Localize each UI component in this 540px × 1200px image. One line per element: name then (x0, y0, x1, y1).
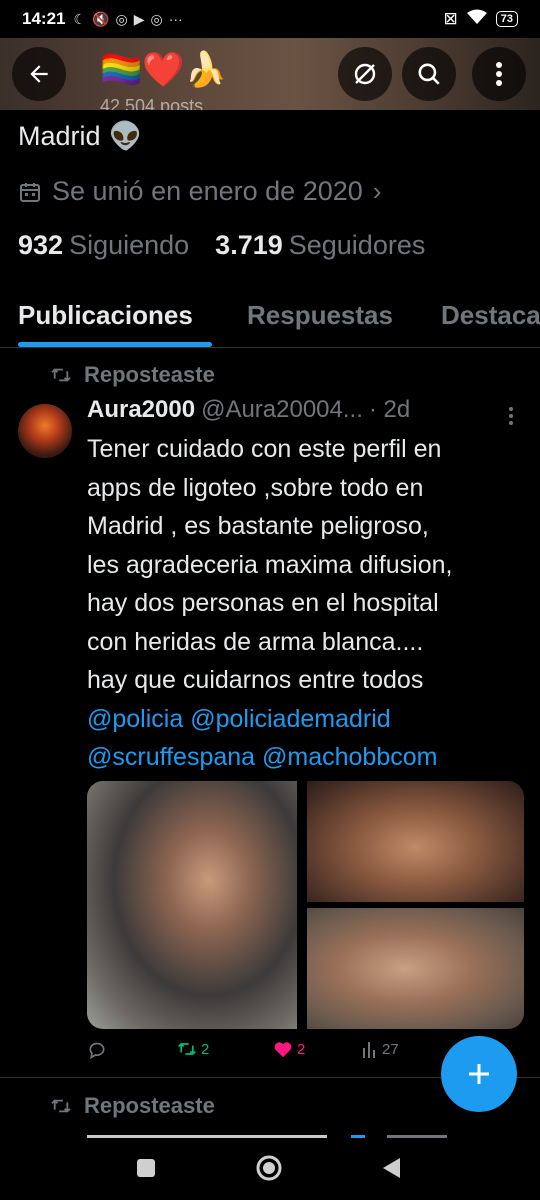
chevron-right-icon: › (372, 176, 382, 206)
profile-display-name: 🏳️‍🌈❤️🍌 (100, 51, 228, 89)
mute-icon: 🔇 (92, 10, 110, 27)
profile-tabs: Publicaciones Respuestas Destacados (0, 292, 540, 348)
reply-icon (89, 1042, 105, 1060)
instagram-icon-2: ◎ (150, 10, 163, 27)
tab-destacados[interactable]: Destacados (441, 300, 540, 331)
tweet-text-line: Tener cuidado con este perfil en (87, 435, 442, 463)
profile-joined[interactable]: Se unió en enero de 2020 › (18, 176, 381, 207)
tab-respuestas[interactable]: Respuestas (247, 300, 393, 331)
status-bar: 14:21 ☾ 🔇 ◎ ▶ ◎ ··· ⊠ 73 (0, 0, 540, 38)
posts-count: 42.504 posts (100, 96, 204, 110)
repost-label: Reposteaste (84, 1093, 215, 1118)
heart-icon (274, 1042, 292, 1058)
profile-header: 🏳️‍🌈❤️🍌 42.504 posts (0, 38, 540, 110)
tweet-text-line: hay que cuidarnos entre todos (87, 666, 424, 694)
repost-label: Reposteaste (84, 362, 215, 387)
status-notification-icons: ☾ 🔇 ◎ ▶ ◎ ··· (73, 11, 182, 28)
grok-button[interactable] (338, 47, 392, 101)
vertical-dots-icon (509, 407, 513, 425)
back-button[interactable] (12, 47, 66, 101)
search-icon (418, 63, 440, 85)
tweet-more-button[interactable] (508, 406, 514, 431)
recents-button[interactable] (136, 1158, 156, 1183)
repost-icon (51, 368, 71, 382)
tweet-mentions[interactable]: @scruffespana @machobbcom (87, 738, 527, 777)
following-count[interactable]: 932 (18, 230, 63, 261)
location-text: Madrid (18, 120, 101, 151)
vertical-dots-icon (496, 62, 502, 86)
moon-icon: ☾ (73, 10, 87, 27)
reply-button[interactable] (87, 1040, 107, 1060)
followers-label[interactable]: Seguidores (289, 230, 426, 261)
tweet-text: Tener cuidado con este perfil en apps de… (87, 430, 527, 777)
triangle-back-icon (383, 1158, 400, 1178)
follow-stats: 932 Siguiendo 3.719 Seguidores (18, 230, 425, 261)
repost-count: 2 (201, 1040, 210, 1058)
home-button[interactable] (255, 1154, 283, 1187)
following-label[interactable]: Siguiendo (69, 230, 189, 261)
sim-icon: ⊠ (443, 9, 458, 28)
next-tweet-preview (87, 1130, 487, 1138)
wifi-icon (466, 9, 488, 30)
alien-emoji-icon: 👽 (108, 121, 143, 151)
youtube-icon: ▶ (133, 10, 145, 27)
arrow-left-icon (30, 65, 48, 83)
instagram-icon: ◎ (115, 10, 128, 27)
more-options-button[interactable] (472, 47, 526, 101)
tweet-header: Aura2000 @Aura20004... · 2d (87, 396, 410, 424)
tweet-timestamp: · 2d (368, 396, 411, 423)
like-button[interactable]: 2 (273, 1040, 305, 1058)
like-count: 2 (297, 1040, 306, 1058)
repost-indicator: Reposteaste (50, 1093, 215, 1119)
profile-location: Madrid 👽 (18, 120, 142, 152)
repost-button[interactable]: 2 (177, 1040, 209, 1058)
repost-icon (51, 1099, 71, 1113)
calendar-icon (20, 182, 40, 202)
tweet-photo[interactable] (307, 781, 524, 902)
circle-icon (256, 1155, 282, 1181)
tweet-text-line: con heridas de arma blanca.... (87, 627, 424, 656)
views-icon (363, 1042, 375, 1058)
status-time: 14:21 (22, 9, 66, 28)
compose-button[interactable] (441, 1036, 517, 1112)
search-button[interactable] (402, 47, 456, 101)
repost-indicator: Reposteaste (50, 362, 215, 388)
plus-icon (469, 1064, 489, 1084)
tweet-text-line: apps de ligoteo ,sobre todo en (87, 473, 424, 502)
tweet-text-line: les agradeceria maxima difusion, (87, 550, 453, 579)
tweet-mentions[interactable]: @policia @policiademadrid (87, 700, 527, 739)
views-button[interactable]: 27 (362, 1040, 399, 1058)
battery-icon: 73 (495, 11, 518, 27)
tweet-media-grid (87, 781, 524, 1029)
more-notifications-icon: ··· (168, 11, 183, 27)
joined-text: Se unió en enero de 2020 (52, 176, 363, 206)
tweet-text-line: Madrid , es bastante peligroso, (87, 512, 429, 540)
tweet-photo[interactable] (87, 781, 297, 1029)
grok-icon (354, 63, 376, 85)
tweet-photo[interactable] (307, 908, 524, 1029)
tweet-author-handle[interactable]: @Aura20004... (201, 396, 363, 424)
tweet-text-line: hay dos personas en el hospital (87, 589, 439, 617)
repost-icon (178, 1042, 196, 1056)
tweet-author-avatar[interactable] (18, 404, 72, 458)
back-nav-button[interactable] (380, 1156, 402, 1185)
views-count: 27 (382, 1040, 399, 1058)
followers-count[interactable]: 3.719 (215, 230, 283, 261)
tab-publicaciones[interactable]: Publicaciones (18, 300, 193, 331)
tweet-author-name[interactable]: Aura2000 (87, 396, 195, 424)
active-tab-indicator (18, 342, 212, 347)
system-nav-bar (0, 1140, 540, 1200)
square-icon (137, 1159, 155, 1177)
